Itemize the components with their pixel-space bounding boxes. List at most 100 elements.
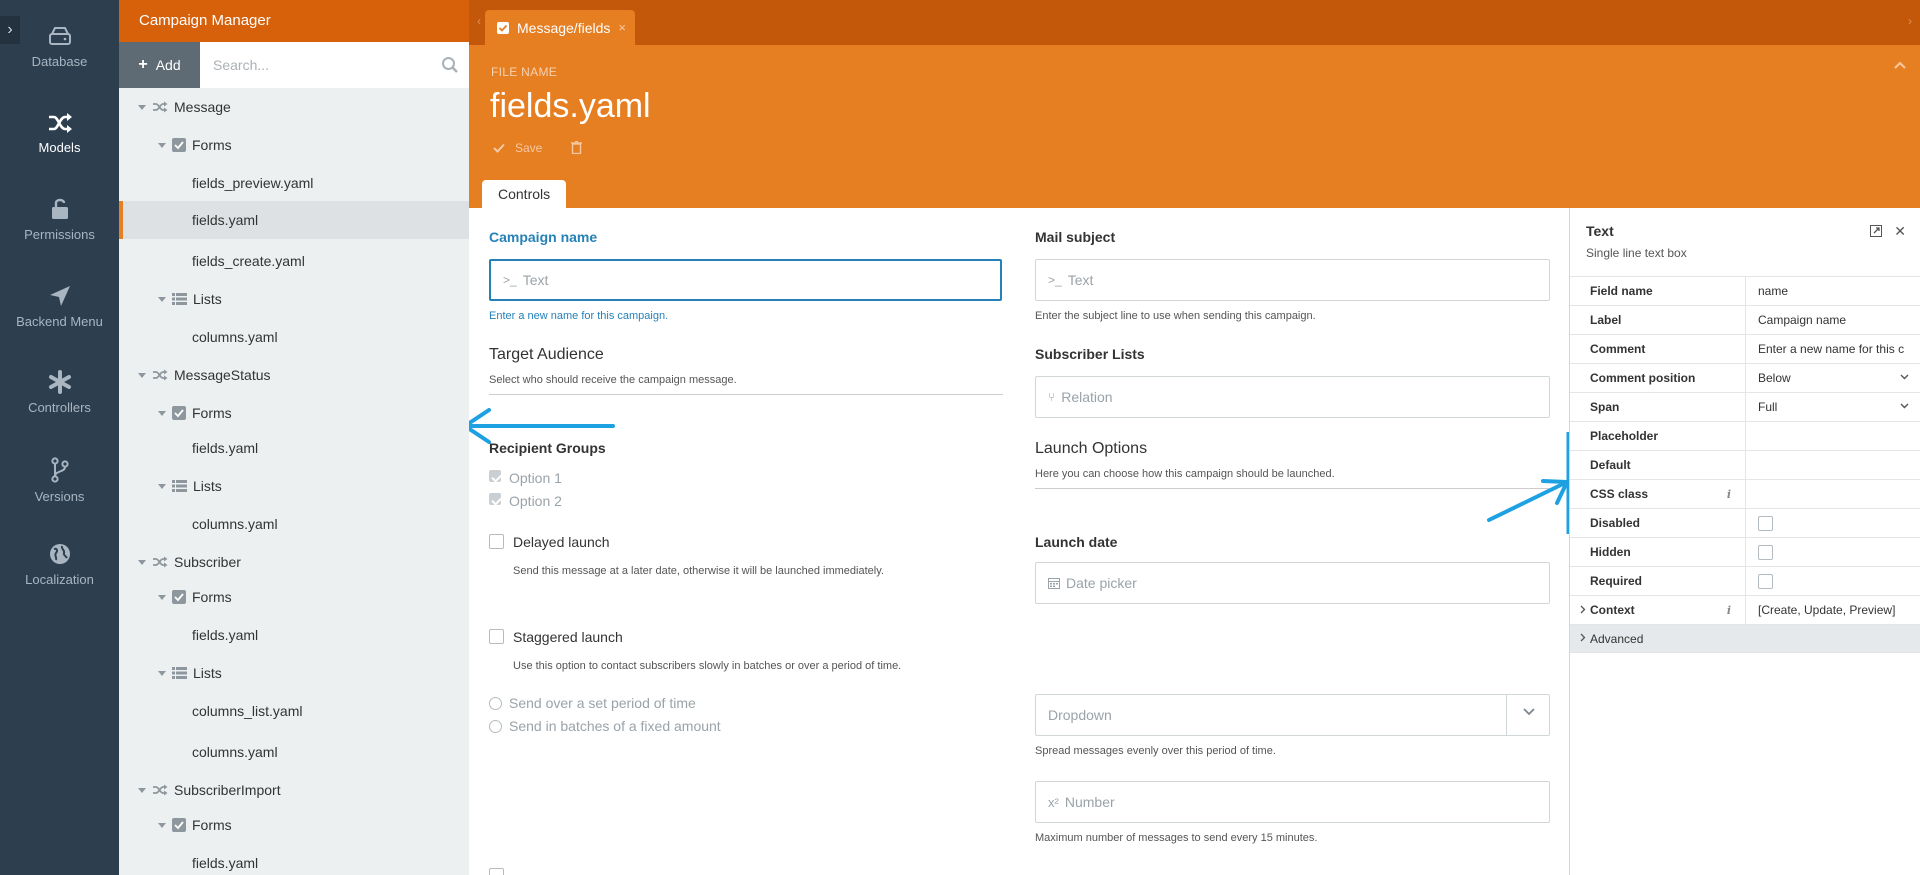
save-button[interactable]: Save <box>493 141 542 155</box>
tree-forms[interactable]: Forms <box>119 394 469 432</box>
required-checkbox[interactable] <box>1758 573 1773 589</box>
radio-period[interactable] <box>489 697 502 710</box>
nav-item-backend-menu[interactable]: Backend Menu <box>0 284 119 329</box>
caret-down-icon[interactable] <box>158 670 166 676</box>
prop-row-css-class: CSS class i <box>1570 479 1920 509</box>
nav-item-localization[interactable]: Localization <box>0 542 119 587</box>
close-icon[interactable]: × <box>618 20 626 35</box>
mail-subject-field[interactable]: >_ Text <box>1035 259 1550 301</box>
tree-file[interactable]: columns.yaml <box>119 318 469 356</box>
delayed-launch-hint: Send this message at a later date, other… <box>513 565 884 577</box>
tree-file[interactable]: fields.yaml <box>119 844 469 875</box>
tab-controls[interactable]: Controls <box>482 180 567 208</box>
nav-item-models[interactable]: Models <box>0 112 119 155</box>
trash-icon[interactable] <box>571 141 582 154</box>
number-field[interactable]: x² Number <box>1035 781 1550 823</box>
nav-item-versions[interactable]: Versions <box>0 457 119 504</box>
staggered-launch-checkbox[interactable] <box>489 629 504 644</box>
campaign-name-field[interactable]: >_ Text <box>489 259 1002 301</box>
prop-value-label[interactable]: Campaign name <box>1746 306 1920 335</box>
caret-down-icon[interactable] <box>158 822 166 828</box>
cut-off-checkbox[interactable] <box>489 868 504 875</box>
tree-file[interactable]: columns.yaml <box>119 505 469 543</box>
prop-value-context[interactable]: [Create, Update, Preview] <box>1746 596 1920 625</box>
tree-model-subscriber[interactable]: Subscriber <box>119 543 469 581</box>
caret-down-icon[interactable] <box>158 296 166 302</box>
chevron-down-icon[interactable] <box>1900 374 1909 380</box>
tree-lists[interactable]: Lists <box>119 467 469 505</box>
tree-model-message[interactable]: Message <box>119 88 469 126</box>
nav-item-permissions[interactable]: Permissions <box>0 197 119 242</box>
file-name-title[interactable]: fields.yaml <box>490 87 651 126</box>
disabled-checkbox[interactable] <box>1758 515 1773 531</box>
number-hint: Maximum number of messages to send every… <box>1035 832 1318 844</box>
caret-down-icon[interactable] <box>138 372 146 378</box>
subscriber-lists-field[interactable]: ⑂ Relation <box>1035 376 1550 418</box>
caret-down-icon[interactable] <box>138 559 146 565</box>
prop-value-css-class[interactable] <box>1746 480 1920 509</box>
caret-down-icon[interactable] <box>138 104 146 110</box>
prop-value-field-name[interactable]: name <box>1746 277 1920 306</box>
prop-value-comment-position[interactable]: Below <box>1746 364 1920 393</box>
prop-value-default[interactable] <box>1746 451 1920 480</box>
prop-select-value: Below <box>1758 371 1791 385</box>
subscriber-lists-placeholder: Relation <box>1061 389 1113 405</box>
add-button[interactable]: + Add <box>119 42 200 88</box>
prop-value-placeholder[interactable] <box>1746 422 1920 451</box>
tree-label: Forms <box>192 817 232 833</box>
nav-item-database[interactable]: Database <box>0 26 119 69</box>
nav-item-controllers[interactable]: Controllers <box>0 370 119 415</box>
terminal-icon: >_ <box>1048 273 1062 287</box>
tree-file[interactable]: fields.yaml <box>119 429 469 467</box>
info-icon[interactable]: i <box>1727 604 1731 617</box>
chevron-up-icon[interactable] <box>1894 61 1906 69</box>
tree-file[interactable]: columns_list.yaml <box>119 692 469 730</box>
tree-file[interactable]: fields_preview.yaml <box>119 164 469 202</box>
popout-icon[interactable] <box>1870 225 1882 237</box>
tree-file[interactable]: columns.yaml <box>119 733 469 771</box>
left-nav: › Database Models Permissions Backend Me… <box>0 0 119 875</box>
chevron-right-icon[interactable] <box>1580 633 1586 642</box>
calendar-icon <box>1048 578 1060 589</box>
tree-file[interactable]: fields.yaml <box>119 616 469 654</box>
tab-message-fields[interactable]: Message/fields × <box>485 10 635 45</box>
prop-value-comment[interactable]: Enter a new name for this c <box>1746 335 1920 364</box>
option-1-checkbox[interactable] <box>489 470 501 482</box>
radio-batches[interactable] <box>489 720 502 733</box>
chevron-right-icon[interactable] <box>1580 605 1586 614</box>
prop-row-advanced[interactable]: Advanced <box>1570 624 1920 653</box>
option-2-checkbox[interactable] <box>489 493 501 505</box>
tree-forms[interactable]: Forms <box>119 578 469 616</box>
close-icon[interactable]: ✕ <box>1894 223 1906 240</box>
launch-date-field[interactable]: Date picker <box>1035 562 1550 604</box>
tree-file[interactable]: fields_create.yaml <box>119 242 469 280</box>
tree-forms[interactable]: Forms <box>119 806 469 844</box>
tab-scroll-left-icon[interactable]: ‹ <box>477 14 481 28</box>
info-icon[interactable]: i <box>1727 488 1731 501</box>
tree-model-messagestatus[interactable]: MessageStatus <box>119 356 469 394</box>
tree-forms[interactable]: Forms <box>119 126 469 164</box>
tree-lists[interactable]: Lists <box>119 654 469 692</box>
nav-label-localization: Localization <box>25 572 94 587</box>
tree-lists[interactable]: Lists <box>119 280 469 318</box>
caret-down-icon[interactable] <box>158 142 166 148</box>
caret-down-icon[interactable] <box>138 787 146 793</box>
search-input[interactable] <box>200 42 469 88</box>
caret-down-icon[interactable] <box>158 483 166 489</box>
caret-down-icon[interactable] <box>158 410 166 416</box>
tab-scroll-right-icon[interactable]: › <box>1908 14 1912 28</box>
caret-down-icon[interactable] <box>158 594 166 600</box>
delayed-launch-checkbox[interactable] <box>489 534 504 549</box>
tab-bar: ‹ Message/fields × › <box>469 0 1920 45</box>
dropdown-field[interactable]: Dropdown <box>1035 694 1550 736</box>
search-icon[interactable] <box>441 56 459 74</box>
prop-row-context[interactable]: Context i [Create, Update, Preview] <box>1570 595 1920 625</box>
chevron-down-icon[interactable] <box>1523 708 1535 716</box>
tree-file-selected[interactable]: fields.yaml <box>119 201 469 239</box>
hidden-checkbox[interactable] <box>1758 544 1773 560</box>
list-icon <box>172 293 187 305</box>
chevron-down-icon[interactable] <box>1900 403 1909 409</box>
tree-model-subscriberimport[interactable]: SubscriberImport <box>119 771 469 809</box>
prop-value-span[interactable]: Full <box>1746 393 1920 422</box>
shuffle-icon <box>153 369 168 381</box>
